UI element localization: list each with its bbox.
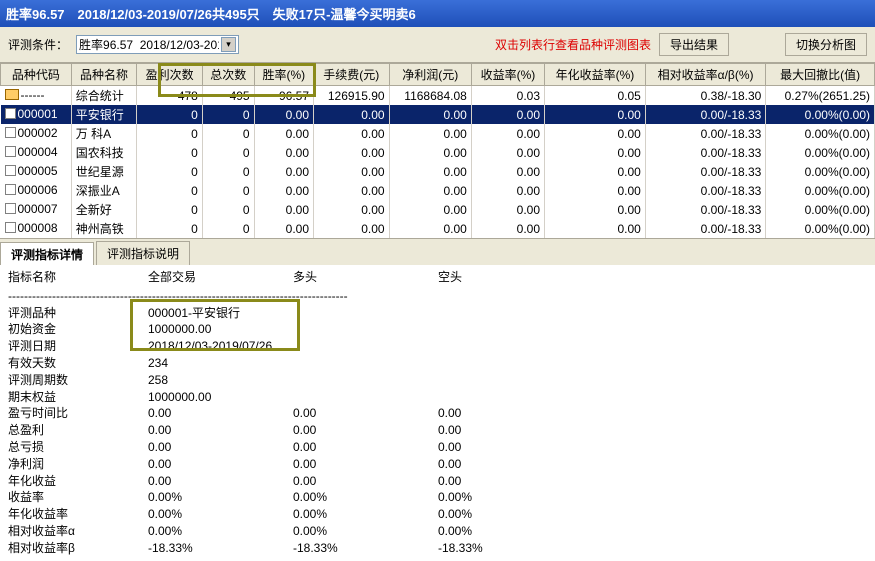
export-button[interactable]: 导出结果 — [659, 33, 729, 56]
table-row[interactable]: ------综合统计47849596.57126915.901168684.08… — [1, 86, 875, 106]
criteria-select[interactable]: ▾ — [76, 35, 239, 54]
col-indicator: 指标名称 — [8, 269, 148, 288]
tab-detail[interactable]: 评测指标详情 — [0, 242, 94, 266]
detail-row: 期末权益1000000.00 — [8, 389, 583, 406]
checkbox-icon[interactable] — [5, 203, 16, 214]
tab-desc[interactable]: 评测指标说明 — [96, 241, 190, 265]
checkbox-icon[interactable] — [5, 127, 16, 138]
divider: ----------------------------------------… — [8, 288, 583, 305]
detail-row: 初始资金1000000.00 — [8, 321, 583, 338]
detail-row: 相对收益率α0.00%0.00%0.00% — [8, 523, 583, 540]
col-header[interactable]: 胜率(%) — [254, 64, 313, 86]
detail-row: 评测日期2018/12/03-2019/07/26 — [8, 338, 583, 355]
col-header[interactable]: 最大回撤比(值) — [766, 64, 875, 86]
checkbox-icon[interactable] — [5, 222, 16, 233]
table-row[interactable]: 000004国农科技000.000.000.000.000.000.00/-18… — [1, 143, 875, 162]
table-row[interactable]: 000006深振业A000.000.000.000.000.000.00/-18… — [1, 181, 875, 200]
detail-row: 净利润0.000.000.00 — [8, 456, 583, 473]
detail-tabs: 评测指标详情 评测指标说明 — [0, 238, 875, 265]
detail-row: 收益率0.00%0.00%0.00% — [8, 489, 583, 506]
table-row[interactable]: 000007全新好000.000.000.000.000.000.00/-18.… — [1, 200, 875, 219]
detail-row: 总亏损0.000.000.00 — [8, 439, 583, 456]
col-long: 多头 — [293, 269, 438, 288]
col-header[interactable]: 总次数 — [202, 64, 254, 86]
dropdown-arrow-icon[interactable]: ▾ — [221, 37, 236, 52]
results-table-wrap: 品种代码品种名称盈利次数总次数胜率(%)手续费(元)净利润(元)收益率(%)年化… — [0, 63, 875, 238]
detail-row: 年化收益0.000.000.00 — [8, 473, 583, 490]
results-table: 品种代码品种名称盈利次数总次数胜率(%)手续费(元)净利润(元)收益率(%)年化… — [0, 63, 875, 238]
col-header[interactable]: 盈利次数 — [137, 64, 203, 86]
detail-row: 盈亏时间比0.000.000.00 — [8, 405, 583, 422]
detail-row: 总盈利0.000.000.00 — [8, 422, 583, 439]
checkbox-icon[interactable] — [5, 184, 16, 195]
detail-row: 相对收益率β-18.33%-18.33%-18.33% — [8, 540, 583, 557]
toolbar: 评测条件： ▾ 双击列表行查看品种评测图表 导出结果 切换分析图 — [0, 27, 875, 63]
detail-row: 有效天数234 — [8, 355, 583, 372]
detail-row: 评测周期数258 — [8, 372, 583, 389]
table-row[interactable]: 000008神州高铁000.000.000.000.000.000.00/-18… — [1, 219, 875, 238]
col-header[interactable]: 年化收益率(%) — [545, 64, 646, 86]
checkbox-icon[interactable] — [5, 146, 16, 157]
hint-text: 双击列表行查看品种评测图表 — [495, 36, 651, 53]
detail-row: 评测品种000001-平安银行 — [8, 305, 583, 322]
col-header[interactable]: 相对收益率α/β(%) — [645, 64, 766, 86]
col-header[interactable]: 品种代码 — [1, 64, 72, 86]
col-short: 空头 — [438, 269, 583, 288]
criteria-label: 评测条件： — [8, 36, 68, 53]
window-titlebar: 胜率96.57 2018/12/03-2019/07/26共495只 失败17只… — [0, 0, 875, 27]
col-header[interactable]: 收益率(%) — [471, 64, 544, 86]
detail-panel: 指标名称 全部交易 多头 空头 ------------------------… — [0, 265, 875, 561]
detail-table: 指标名称 全部交易 多头 空头 ------------------------… — [8, 269, 583, 557]
criteria-input[interactable] — [79, 38, 219, 52]
table-row[interactable]: 000001平安银行000.000.000.000.000.000.00/-18… — [1, 105, 875, 124]
col-header[interactable]: 净利润(元) — [389, 64, 471, 86]
col-header[interactable]: 品种名称 — [71, 64, 137, 86]
table-row[interactable]: 000002万 科A000.000.000.000.000.000.00/-18… — [1, 124, 875, 143]
detail-row: 年化收益率0.00%0.00%0.00% — [8, 506, 583, 523]
checkbox-icon[interactable] — [5, 108, 16, 119]
table-row[interactable]: 000005世纪星源000.000.000.000.000.000.00/-18… — [1, 162, 875, 181]
switch-chart-button[interactable]: 切换分析图 — [785, 33, 867, 56]
checkbox-icon[interactable] — [5, 165, 16, 176]
col-all: 全部交易 — [148, 269, 293, 288]
folder-icon — [5, 89, 19, 100]
col-header[interactable]: 手续费(元) — [314, 64, 390, 86]
